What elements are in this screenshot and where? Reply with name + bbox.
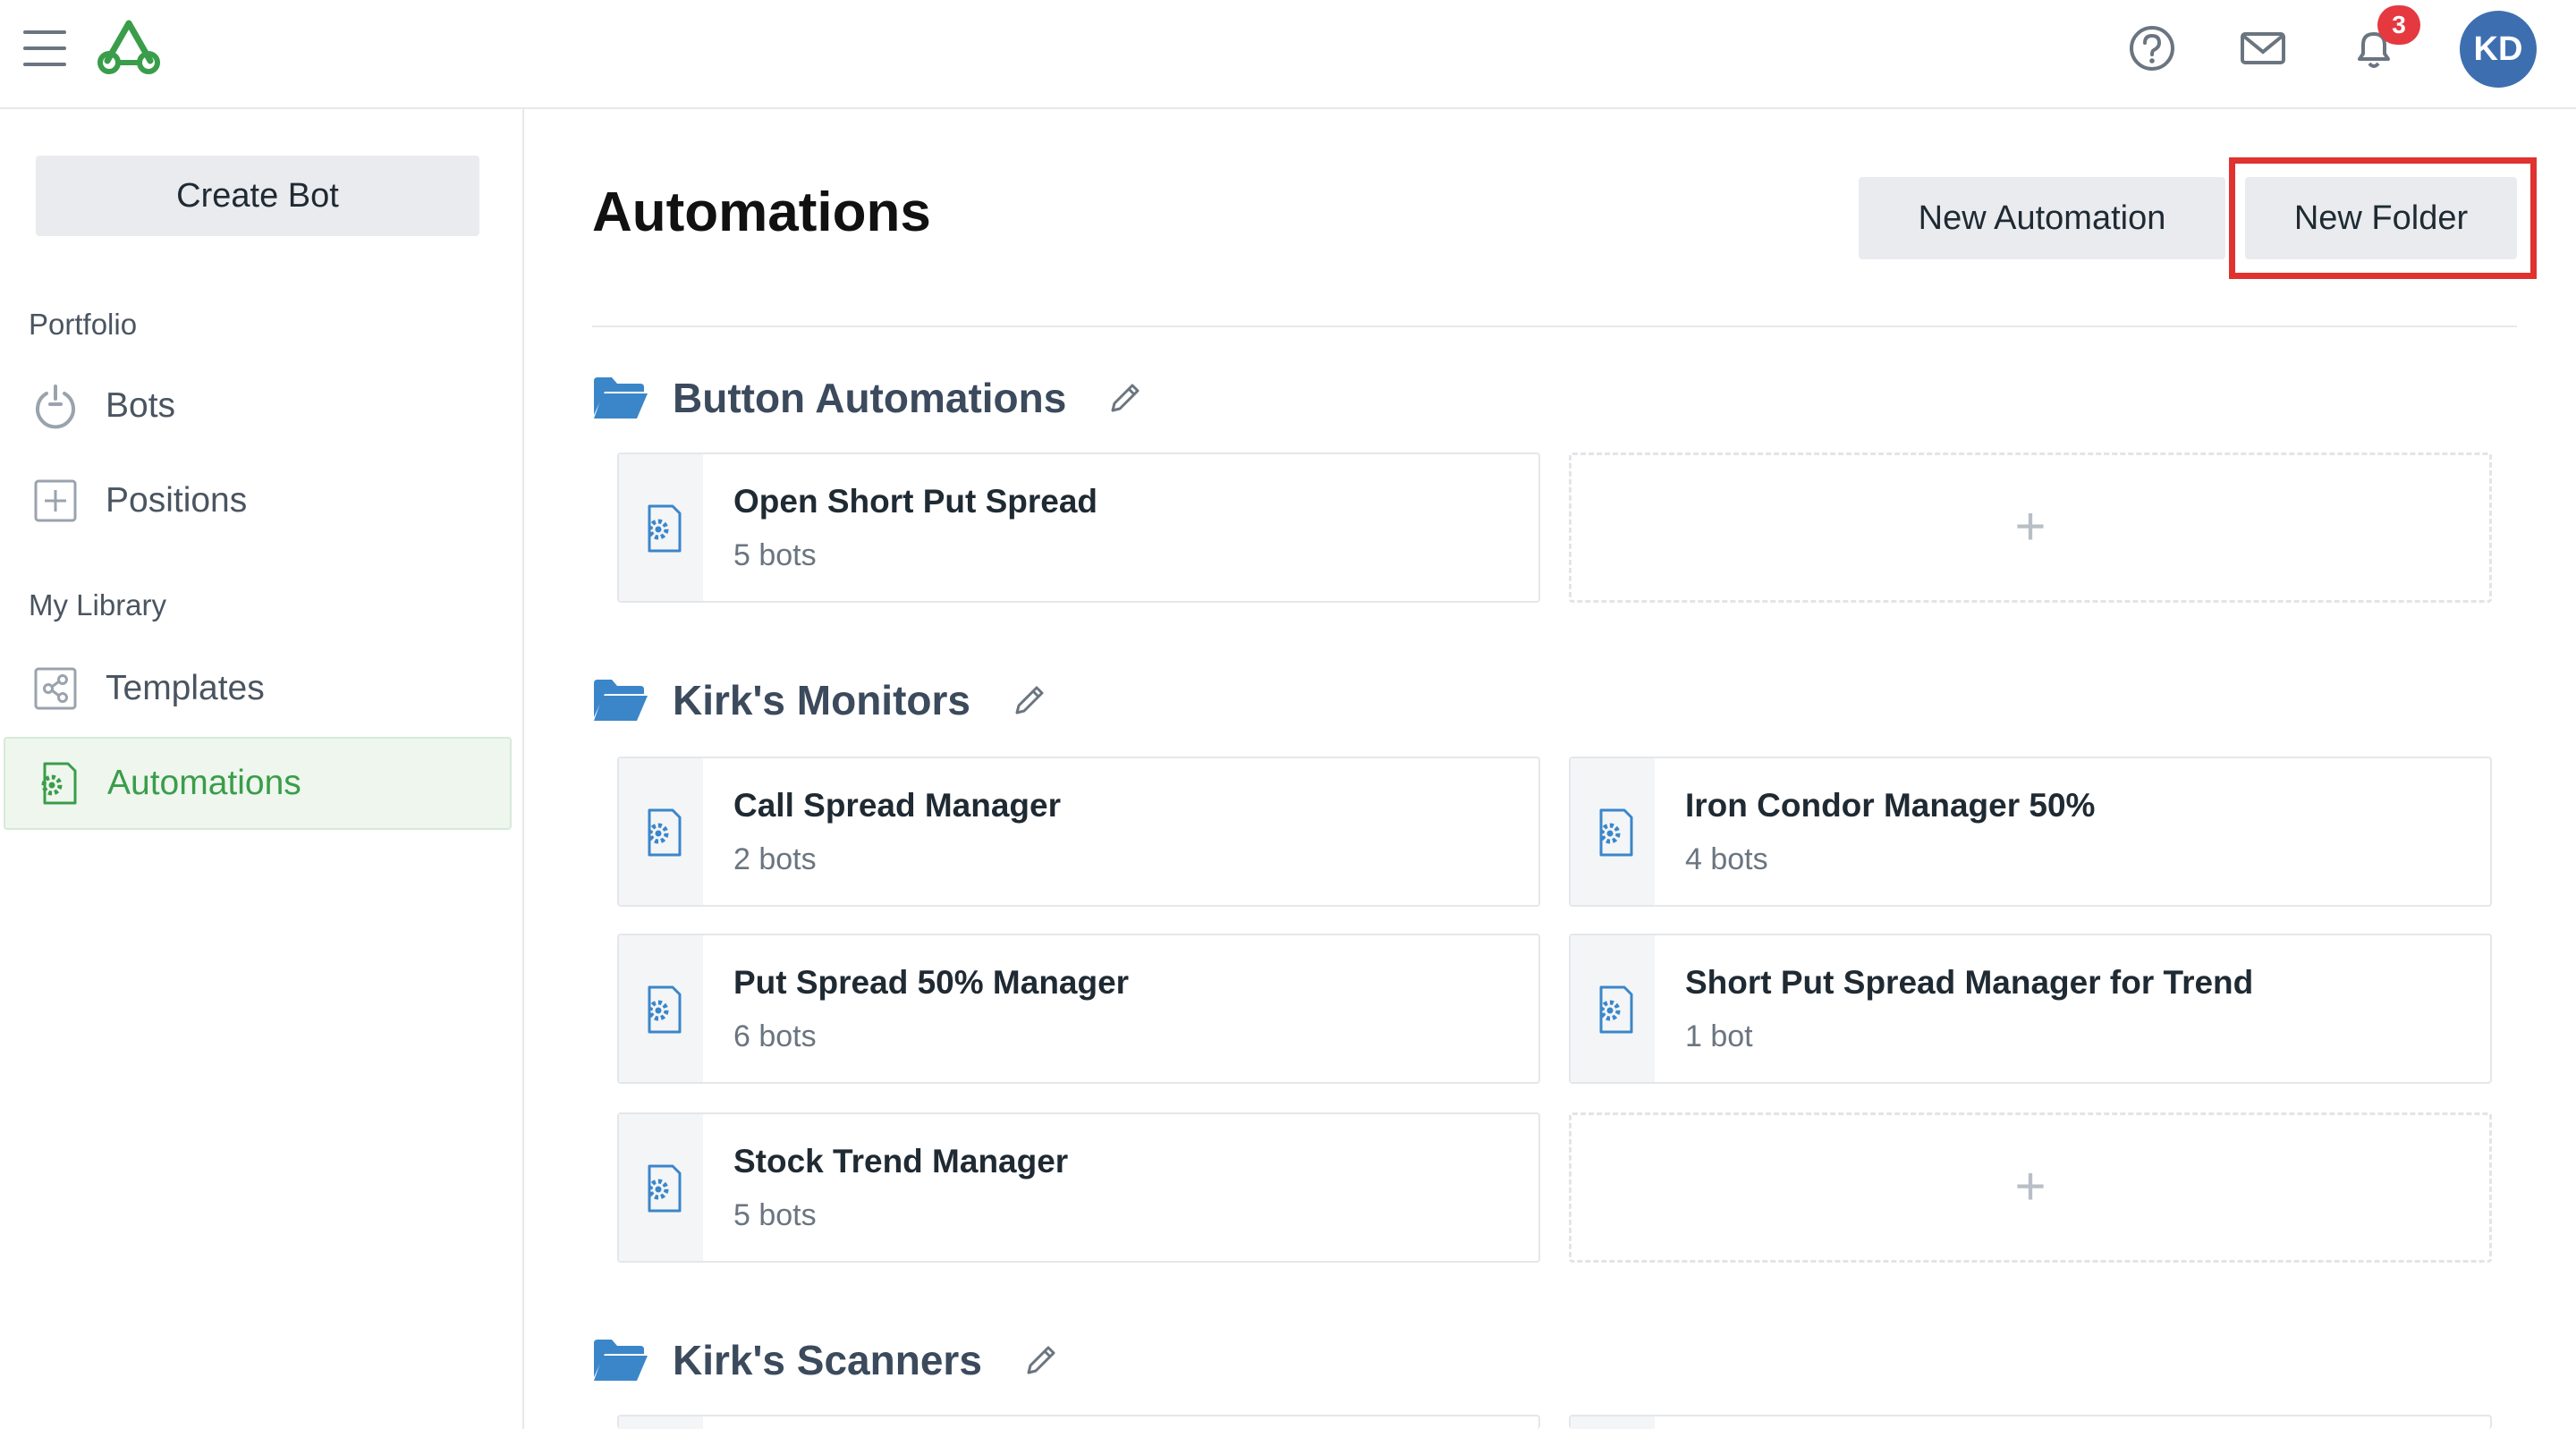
card-name: Call Spread Manager [733, 787, 1062, 824]
sidebar-item-label: Automations [107, 764, 301, 802]
share-icon [34, 667, 77, 710]
hamburger-menu-icon[interactable] [23, 30, 66, 66]
folder-header-kirks-monitors: Kirk's Monitors [592, 669, 1049, 731]
folder-title: Kirk's Scanners [673, 1337, 982, 1383]
card-name: Iron Condor Manager 50% [1685, 787, 2096, 824]
card-bot-count: 5 bots [733, 1198, 817, 1232]
automation-card[interactable]: Put Spread 50% Manager 6 bots [617, 934, 1540, 1084]
folder-header-kirks-scanners: Kirk's Scanners [592, 1329, 1061, 1391]
gear-doc-icon [648, 504, 682, 553]
pencil-icon[interactable] [1010, 681, 1049, 720]
sidebar-item-positions[interactable]: Positions [4, 454, 512, 547]
card-icon-strip [1571, 1416, 1655, 1429]
power-icon [36, 385, 75, 429]
folder-title: Kirk's Monitors [673, 677, 970, 723]
sidebar-item-label: Bots [106, 386, 176, 425]
card-name: Short Put Spread Manager for Trend [1685, 964, 2254, 1001]
card-name: Put Spread 50% Manager [733, 964, 1130, 1001]
top-bar: 3 KD [0, 0, 2576, 109]
automation-card[interactable]: Iron Condor Manager 50% 4 bots [1569, 757, 2492, 907]
user-avatar[interactable]: KD [2460, 11, 2537, 88]
card-icon-strip [619, 1416, 703, 1429]
automation-card[interactable]: Stock Trend Manager 5 bots [617, 1112, 1540, 1263]
sidebar-item-automations[interactable]: Automations [4, 737, 512, 830]
plus-icon: + [2014, 496, 2046, 556]
section-label-my-library: My Library [29, 588, 167, 621]
automation-card[interactable]: Open Short Put Spread 5 bots [617, 452, 1540, 603]
automation-card-partial[interactable] [617, 1415, 1540, 1429]
card-bot-count: 4 bots [1685, 842, 1768, 876]
gear-doc-icon [648, 985, 682, 1034]
folder-open-icon [594, 377, 648, 419]
folder-open-icon [594, 1340, 648, 1381]
sidebar-item-bots[interactable]: Bots [4, 359, 512, 452]
gear-doc-icon [648, 808, 682, 857]
section-label-portfolio: Portfolio [29, 308, 138, 341]
pencil-icon[interactable] [1106, 378, 1145, 418]
plus-square-icon [34, 479, 77, 522]
automation-card[interactable]: Short Put Spread Manager for Trend 1 bot [1569, 934, 2492, 1084]
sidebar-item-label: Positions [106, 481, 248, 520]
app-logo-icon[interactable] [95, 18, 163, 77]
folder-open-icon [594, 680, 648, 721]
sidebar-item-templates[interactable]: Templates [4, 642, 512, 735]
card-bot-count: 5 bots [733, 538, 817, 572]
sidebar-item-label: Templates [106, 669, 265, 707]
card-bot-count: 2 bots [733, 842, 817, 876]
folder-title: Button Automations [673, 375, 1067, 421]
plus-icon: + [2014, 1156, 2046, 1216]
gear-doc-icon [1599, 985, 1633, 1034]
card-bot-count: 6 bots [733, 1019, 817, 1053]
add-automation-card[interactable]: + [1569, 452, 2492, 603]
pencil-icon[interactable] [1021, 1340, 1061, 1380]
automation-card[interactable]: Call Spread Manager 2 bots [617, 757, 1540, 907]
page-title: Automations [592, 182, 931, 243]
card-bot-count: 1 bot [1685, 1019, 1753, 1053]
mail-icon[interactable] [2238, 23, 2288, 73]
add-automation-card[interactable]: + [1569, 1112, 2492, 1263]
notification-badge: 3 [2377, 5, 2420, 45]
sidebar: Create Bot Portfolio Bots Positions My L… [0, 109, 524, 1429]
gear-doc-icon [41, 762, 77, 805]
card-name: Stock Trend Manager [733, 1143, 1069, 1180]
help-icon[interactable] [2127, 23, 2177, 73]
automation-card-partial[interactable] [1569, 1415, 2492, 1429]
gear-doc-icon [1599, 808, 1633, 857]
gear-doc-icon [648, 1164, 682, 1213]
new-folder-button[interactable]: New Folder [2245, 177, 2517, 259]
folder-header-button-automations: Button Automations [592, 367, 1145, 429]
create-bot-button[interactable]: Create Bot [36, 156, 479, 236]
card-name: Open Short Put Spread [733, 483, 1098, 520]
header-divider [592, 326, 2517, 327]
new-automation-button[interactable]: New Automation [1859, 177, 2225, 259]
